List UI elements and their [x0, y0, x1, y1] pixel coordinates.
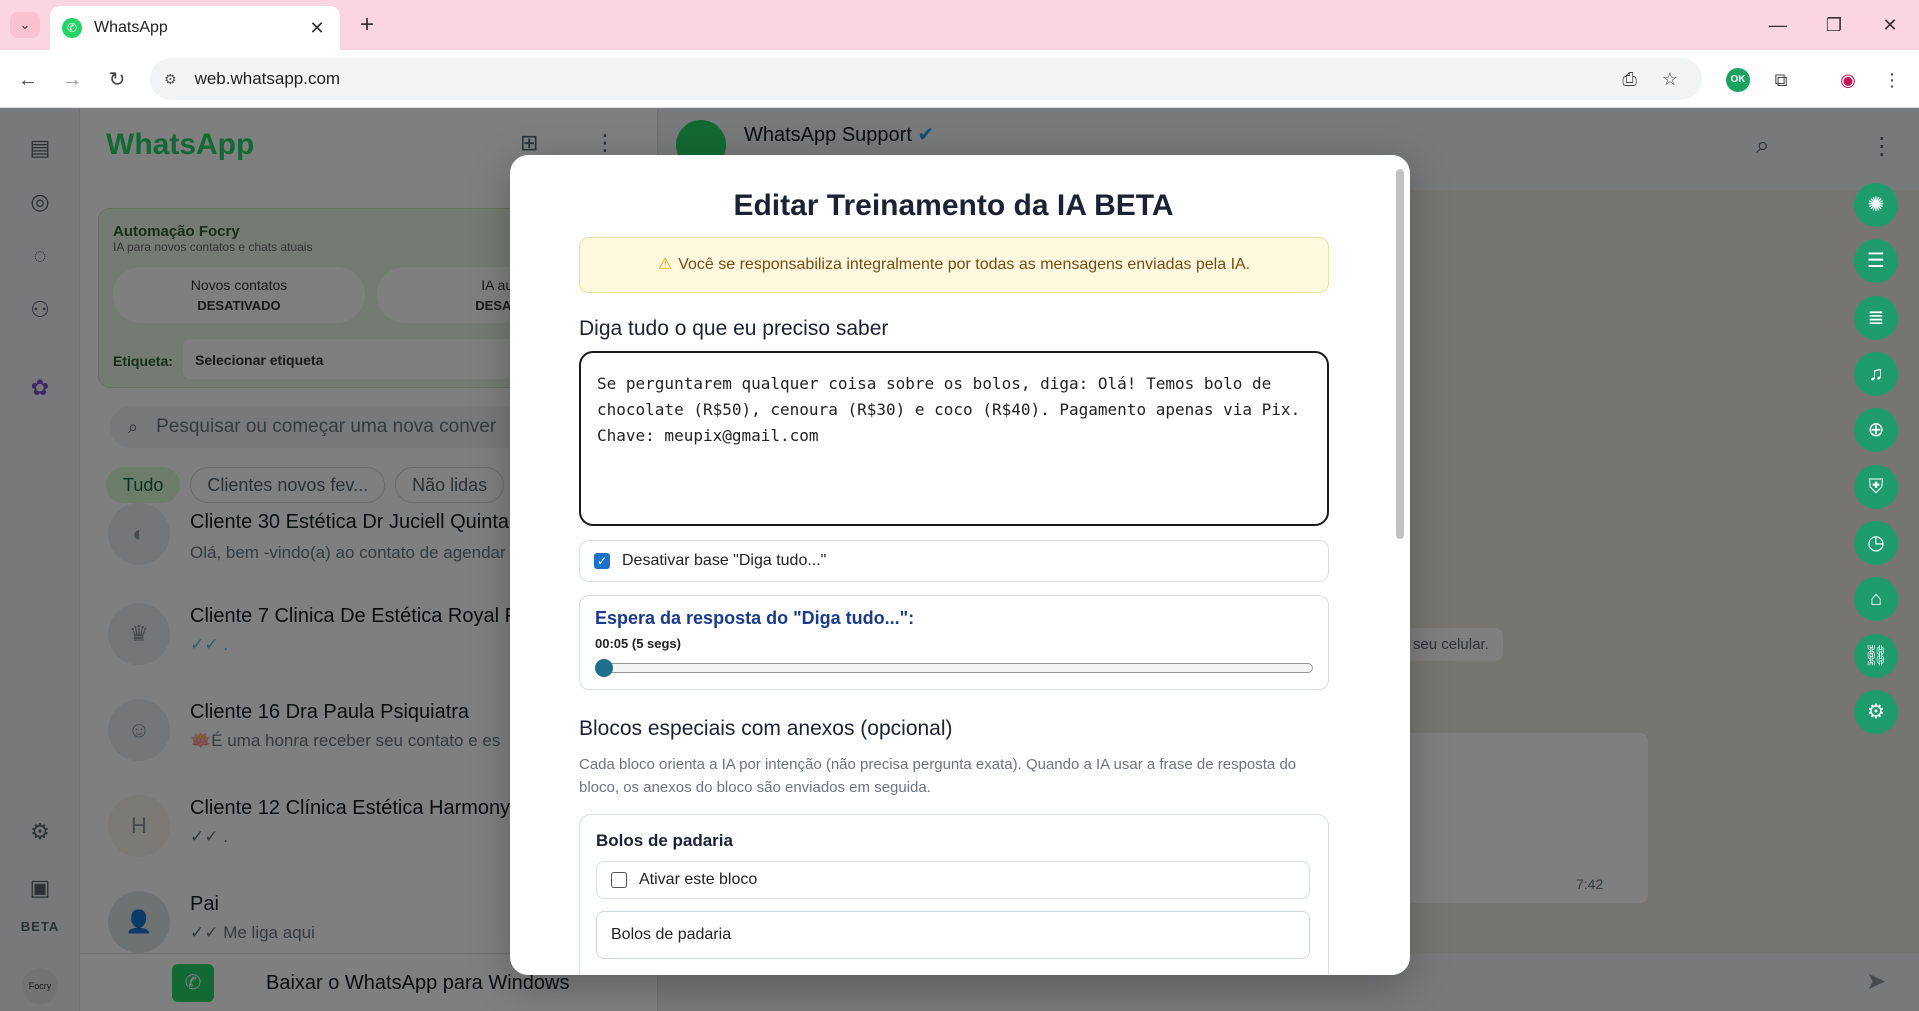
install-app-icon[interactable]: ⎙: [1612, 69, 1648, 90]
delay-value: 00:05 (5 segs): [595, 636, 681, 651]
tab-close-icon[interactable]: ✕: [306, 18, 328, 39]
block-title: Bolos de padaria: [596, 831, 733, 850]
link-icon[interactable]: ⛓: [1854, 634, 1898, 678]
delay-slider[interactable]: [595, 663, 1313, 673]
special-block-card: Bolos de padaria Ativar este bloco Bolos…: [579, 814, 1329, 975]
reload-button[interactable]: ↻: [101, 64, 133, 96]
profile-icon[interactable]: ◉: [1832, 64, 1864, 96]
music-note-icon[interactable]: ♫: [1854, 352, 1898, 396]
checklist-icon[interactable]: ☰: [1854, 239, 1898, 283]
extensions-puzzle-icon[interactable]: ⧉: [1765, 64, 1797, 96]
gear-icon[interactable]: ⚙: [1854, 690, 1898, 734]
activate-block-label: Ativar este bloco: [639, 871, 758, 888]
extension-ok-icon[interactable]: OK: [1726, 68, 1750, 92]
close-window-button[interactable]: ✕: [1870, 10, 1910, 40]
activate-block-checkbox[interactable]: [611, 872, 627, 888]
url-field[interactable]: ⚙ web.whatsapp.com ⎙ ☆: [150, 58, 1702, 100]
disable-base-row[interactable]: ✓ Desativar base "Diga tudo...": [579, 540, 1329, 582]
blocks-section-title: Blocos especiais com anexos (opcional): [579, 717, 953, 740]
delay-slider-thumb[interactable]: [595, 659, 613, 677]
tag-icon[interactable]: ⌂: [1854, 577, 1898, 621]
address-bar: ← → ↻ ⚙ web.whatsapp.com ⎙ ☆ OK ⧉ ◉ ⋮: [0, 50, 1919, 108]
forward-button[interactable]: →: [56, 64, 88, 96]
disable-base-label: Desativar base "Diga tudo...": [622, 552, 827, 569]
shield-icon[interactable]: ⛨: [1854, 465, 1898, 509]
whatsapp-favicon-icon: ✆: [62, 18, 82, 38]
modal-title: Editar Treinamento da IA BETA: [733, 189, 1174, 222]
add-chat-icon[interactable]: ⊕: [1854, 408, 1898, 452]
responsibility-warning: ⚠ Você se responsabiliza integralmente po…: [579, 237, 1329, 293]
minimize-button[interactable]: —: [1758, 10, 1798, 40]
site-settings-icon[interactable]: ⚙: [164, 71, 177, 88]
browser-menu-icon[interactable]: ⋮: [1876, 64, 1908, 96]
tab-search-menu-button[interactable]: ⌄: [10, 12, 40, 38]
response-delay-card: Espera da resposta do "Diga tudo...": 00…: [579, 595, 1329, 690]
delay-title: Espera da resposta do "Diga tudo...":: [595, 608, 915, 628]
back-button[interactable]: ←: [12, 64, 44, 96]
browser-tab[interactable]: ✆ WhatsApp ✕: [50, 6, 340, 50]
edit-ai-training-modal: Editar Treinamento da IA BETA ⚠ Você se r…: [510, 155, 1410, 975]
disable-base-checkbox[interactable]: ✓: [594, 553, 610, 569]
bookmark-star-icon[interactable]: ☆: [1652, 69, 1688, 90]
activate-block-row[interactable]: Ativar este bloco: [596, 861, 1310, 899]
warning-icon: ⚠: [657, 256, 673, 273]
prompt-textarea[interactable]: Se perguntarem qualquer coisa sobre os b…: [579, 351, 1329, 526]
blocks-description: Cada bloco orienta a IA por intenção (nã…: [579, 756, 1297, 796]
prompt-section-title: Diga tudo o que eu preciso saber: [579, 317, 889, 340]
restore-button[interactable]: ❐: [1814, 10, 1854, 40]
tab-title: WhatsApp: [94, 19, 168, 36]
stack-icon[interactable]: ≣: [1854, 296, 1898, 340]
url-text: web.whatsapp.com: [194, 69, 341, 88]
brain-icon[interactable]: ✺: [1854, 183, 1898, 227]
clock-icon[interactable]: ◷: [1854, 521, 1898, 565]
modal-scrollbar[interactable]: [1396, 169, 1404, 539]
block-name-input[interactable]: Bolos de padaria: [596, 911, 1310, 959]
warning-text: Você se responsabiliza integralmente por…: [678, 256, 1251, 273]
new-tab-button[interactable]: +: [352, 10, 382, 40]
browser-tab-bar: ⌄ ✆ WhatsApp ✕ + — ❐ ✕: [0, 0, 1919, 50]
